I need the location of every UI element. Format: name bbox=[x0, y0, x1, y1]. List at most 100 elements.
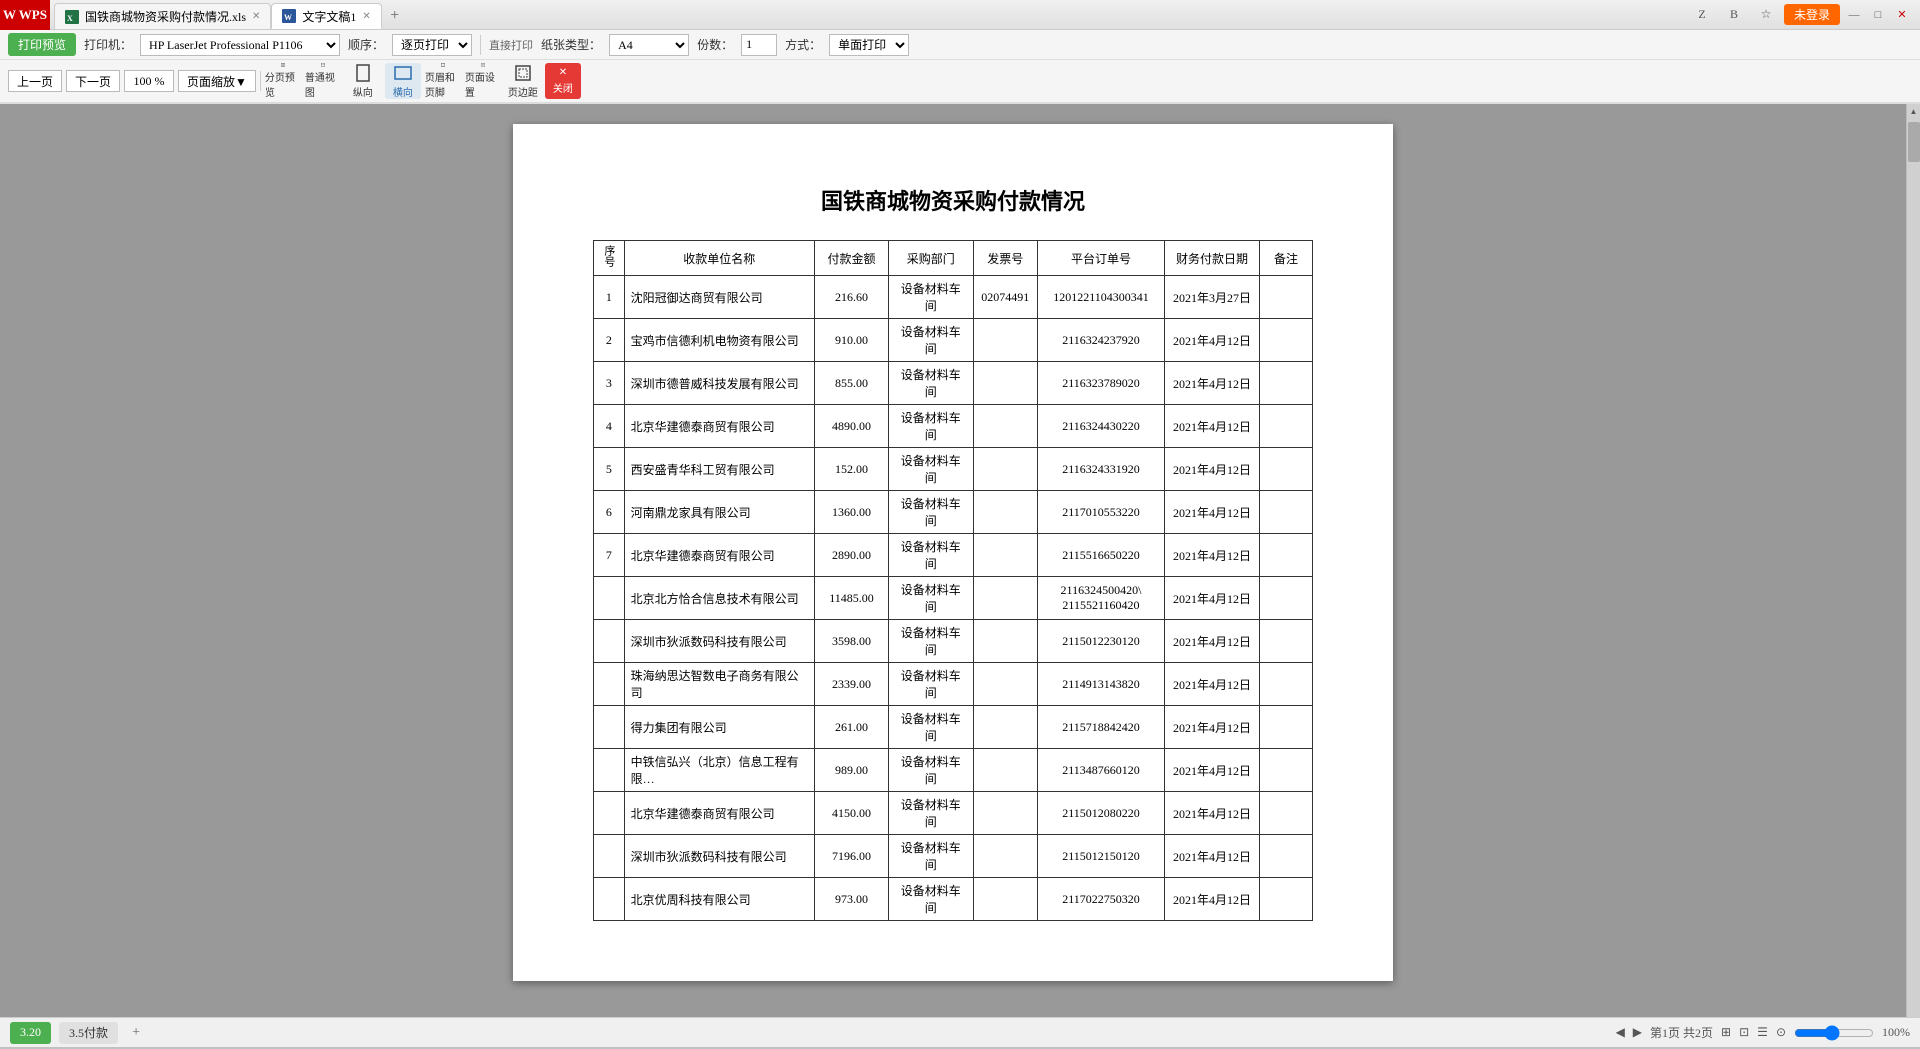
cell-amount: 11485.00 bbox=[814, 577, 888, 620]
cell-amount: 261.00 bbox=[814, 706, 888, 749]
titlebar-right: Z B ☆ 未登录 — □ ✕ bbox=[1688, 1, 1920, 29]
copies-input[interactable] bbox=[741, 34, 777, 56]
maximize-button[interactable]: □ bbox=[1868, 5, 1888, 25]
cell-invoice bbox=[973, 835, 1037, 878]
table-row: 深圳市狄派数码科技有限公司3598.00设备材料车间21150122301202… bbox=[594, 620, 1313, 663]
close-window-button[interactable]: ✕ bbox=[1892, 5, 1912, 25]
page-setup-button[interactable]: 页面设置 bbox=[465, 63, 501, 99]
cell-seq bbox=[594, 663, 625, 706]
printer-select[interactable]: HP LaserJet Professional P1106 bbox=[140, 34, 340, 56]
page-container[interactable]: 国铁商城物资采购付款情况 序号 收款单位名称 付款金额 采购部门 发票号 平台订… bbox=[0, 104, 1906, 1017]
cell-remark bbox=[1260, 749, 1313, 792]
cell-name: 北京优周科技有限公司 bbox=[624, 878, 814, 921]
wps-logo[interactable]: W WPS bbox=[0, 0, 50, 30]
cell-invoice bbox=[973, 577, 1037, 620]
toolbar-divider-1 bbox=[480, 35, 481, 55]
cell-dept: 设备材料车间 bbox=[888, 491, 973, 534]
view-list-icon[interactable]: ☰ bbox=[1757, 1025, 1768, 1040]
add-sheet-button[interactable]: + bbox=[126, 1023, 146, 1043]
zoom-dropdown-button[interactable]: 页面缩放▼ bbox=[178, 70, 256, 92]
cell-order: 2116324237920 bbox=[1038, 319, 1165, 362]
table-row: 北京华建德泰商贸有限公司4150.00设备材料车间211501208022020… bbox=[594, 792, 1313, 835]
cell-order: 2113487660120 bbox=[1038, 749, 1165, 792]
print-preview-button[interactable]: 打印预览 bbox=[8, 33, 76, 56]
cell-dept: 设备材料车间 bbox=[888, 362, 973, 405]
cell-order: 1201221104300341 bbox=[1038, 276, 1165, 319]
minimize-button[interactable]: — bbox=[1844, 5, 1864, 25]
table-row: 珠海纳思达智数电子商务有限公司2339.00设备材料车间211491314382… bbox=[594, 663, 1313, 706]
mode-select[interactable]: 单面打印 bbox=[829, 34, 909, 56]
scroll-left-btn[interactable]: ◀ bbox=[1616, 1025, 1625, 1040]
th-date: 财务付款日期 bbox=[1164, 241, 1259, 276]
cell-remark bbox=[1260, 792, 1313, 835]
cell-name: 深圳市狄派数码科技有限公司 bbox=[624, 620, 814, 663]
tabs-area: X 国铁商城物资采购付款情况.xls ✕ W 文字文稿1 ✕ + bbox=[50, 0, 1688, 29]
cell-order: 2116323789020 bbox=[1038, 362, 1165, 405]
view-grid-icon[interactable]: ⊞ bbox=[1721, 1025, 1731, 1040]
cell-date: 2021年4月12日 bbox=[1164, 362, 1259, 405]
cell-dept: 设备材料车间 bbox=[888, 405, 973, 448]
cell-dept: 设备材料车间 bbox=[888, 577, 973, 620]
order-select[interactable]: 逐页打印 bbox=[392, 34, 472, 56]
printer-label: 打印机： bbox=[84, 36, 132, 53]
cell-date: 2021年3月27日 bbox=[1164, 276, 1259, 319]
cell-amount: 4150.00 bbox=[814, 792, 888, 835]
cell-name: 宝鸡市信德利机电物资有限公司 bbox=[624, 319, 814, 362]
cell-order: 2116324500420\ 2115521160420 bbox=[1038, 577, 1165, 620]
landscape-button[interactable]: 横向 bbox=[385, 63, 421, 99]
titlebar-z-btn[interactable]: Z bbox=[1688, 1, 1716, 29]
tab-doc[interactable]: W 文字文稿1 ✕ bbox=[271, 3, 381, 29]
new-tab-button[interactable]: + bbox=[382, 3, 408, 29]
cell-name: 深圳市狄派数码科技有限公司 bbox=[624, 835, 814, 878]
scroll-right-btn[interactable]: ▶ bbox=[1633, 1025, 1642, 1040]
portrait-icon bbox=[354, 64, 372, 82]
zoom-percent: 100% bbox=[1882, 1025, 1910, 1040]
split-preview-button[interactable]: 分页预览 bbox=[265, 63, 301, 99]
portrait-button[interactable]: 纵向 bbox=[345, 63, 381, 99]
scrollbar-right[interactable]: ▲ bbox=[1906, 104, 1920, 1017]
cell-dept: 设备材料车间 bbox=[888, 620, 973, 663]
sheet-tab-2[interactable]: 3.5付款 bbox=[59, 1022, 118, 1044]
cell-amount: 2890.00 bbox=[814, 534, 888, 577]
cell-amount: 3598.00 bbox=[814, 620, 888, 663]
table-row: 5西安盛青华科工贸有限公司152.00设备材料车间211632433192020… bbox=[594, 448, 1313, 491]
view-circle-icon[interactable]: ⊙ bbox=[1776, 1025, 1786, 1040]
cell-order: 2117022750320 bbox=[1038, 878, 1165, 921]
cell-invoice bbox=[973, 663, 1037, 706]
titlebar-b-btn[interactable]: B bbox=[1720, 1, 1748, 29]
cell-invoice bbox=[973, 620, 1037, 663]
next-page-button[interactable]: 下一页 bbox=[66, 70, 120, 92]
header-footer-icon bbox=[434, 63, 452, 67]
zoom-slider[interactable] bbox=[1794, 1025, 1874, 1041]
paper-select[interactable]: A4 bbox=[609, 34, 689, 56]
cell-date: 2021年4月12日 bbox=[1164, 534, 1259, 577]
sheet-tab-1[interactable]: 3.20 bbox=[10, 1022, 51, 1044]
cell-seq bbox=[594, 792, 625, 835]
zoom-input[interactable] bbox=[124, 70, 174, 92]
cell-seq bbox=[594, 749, 625, 792]
login-button[interactable]: 未登录 bbox=[1784, 4, 1840, 25]
close-preview-button[interactable]: ✕ 关闭 bbox=[545, 63, 581, 99]
doc-icon: W bbox=[282, 9, 296, 23]
cell-amount: 152.00 bbox=[814, 448, 888, 491]
titlebar-star-btn[interactable]: ☆ bbox=[1752, 1, 1780, 29]
normal-view-button[interactable]: 普通视图 bbox=[305, 63, 341, 99]
scroll-up-arrow[interactable]: ▲ bbox=[1907, 104, 1920, 118]
cell-seq bbox=[594, 620, 625, 663]
view-table-icon[interactable]: ⊡ bbox=[1739, 1025, 1749, 1040]
prev-page-button[interactable]: 上一页 bbox=[8, 70, 62, 92]
cell-amount: 989.00 bbox=[814, 749, 888, 792]
cell-seq: 7 bbox=[594, 534, 625, 577]
titlebar: W WPS X 国铁商城物资采购付款情况.xls ✕ W 文字文稿1 ✕ + Z… bbox=[0, 0, 1920, 30]
tab-close-1[interactable]: ✕ bbox=[252, 11, 260, 22]
scroll-thumb[interactable] bbox=[1908, 122, 1920, 162]
cell-dept: 设备材料车间 bbox=[888, 792, 973, 835]
cell-name: 深圳市德普威科技发展有限公司 bbox=[624, 362, 814, 405]
tab-close-2[interactable]: ✕ bbox=[362, 11, 370, 22]
th-order: 平台订单号 bbox=[1038, 241, 1165, 276]
margins-button[interactable]: 页边距 bbox=[505, 63, 541, 99]
header-footer-button[interactable]: 页眉和页脚 bbox=[425, 63, 461, 99]
table-row: 深圳市狄派数码科技有限公司7196.00设备材料车间21150121501202… bbox=[594, 835, 1313, 878]
cell-invoice bbox=[973, 534, 1037, 577]
tab-xlsx[interactable]: X 国铁商城物资采购付款情况.xls ✕ bbox=[54, 3, 271, 29]
